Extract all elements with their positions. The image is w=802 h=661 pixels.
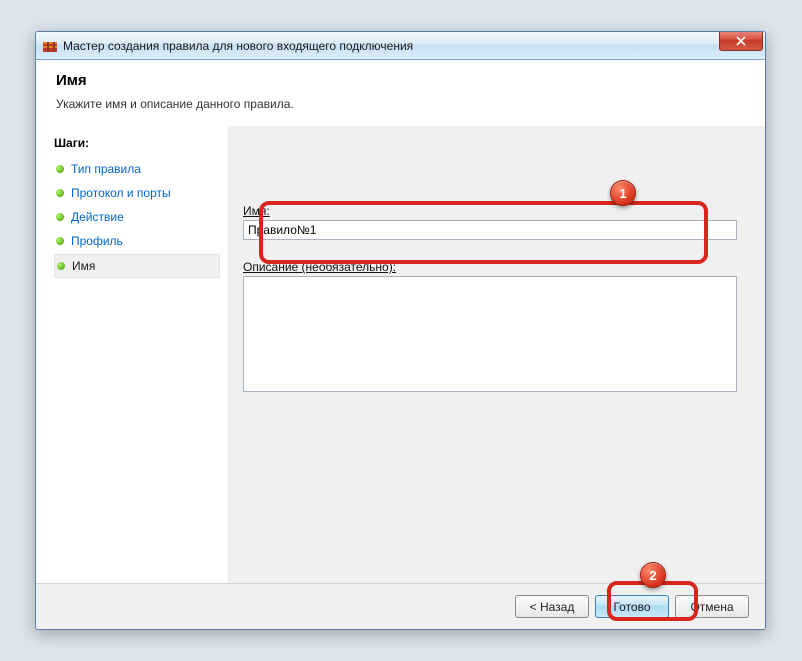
close-icon <box>736 36 746 46</box>
name-input[interactable] <box>243 220 737 240</box>
step-profile[interactable]: Профиль <box>54 230 220 252</box>
wizard-window: Мастер создания правила для нового входя… <box>35 31 766 630</box>
step-action[interactable]: Действие <box>54 206 220 228</box>
window-title: Мастер создания правила для нового входя… <box>63 39 413 53</box>
firewall-icon <box>42 38 58 54</box>
description-label: Описание (необязательно): <box>243 260 737 274</box>
finish-button[interactable]: Готово <box>595 595 669 618</box>
description-input[interactable] <box>243 276 737 392</box>
description-field-group: Описание (необязательно): <box>243 260 737 395</box>
bullet-icon <box>56 165 64 173</box>
step-rule-type[interactable]: Тип правила <box>54 158 220 180</box>
bullet-icon <box>56 237 64 245</box>
page-subtitle: Укажите имя и описание данного правила. <box>56 97 745 111</box>
step-name[interactable]: Имя <box>54 254 220 278</box>
cancel-button[interactable]: Отмена <box>675 595 749 618</box>
name-label: Имя: <box>243 204 737 218</box>
content-panel: Имя: Описание (необязательно): <box>228 126 765 596</box>
header-area: Имя Укажите имя и описание данного прави… <box>36 60 765 125</box>
step-label: Протокол и порты <box>71 186 171 200</box>
step-protocol-ports[interactable]: Протокол и порты <box>54 182 220 204</box>
titlebar: Мастер создания правила для нового входя… <box>36 32 765 60</box>
page-title: Имя <box>56 72 745 89</box>
button-bar: < Назад Готово Отмена <box>36 583 765 629</box>
close-button[interactable] <box>719 31 763 51</box>
name-field-group: Имя: <box>243 204 737 240</box>
step-label: Тип правила <box>71 162 141 176</box>
steps-heading: Шаги: <box>54 136 220 150</box>
sidebar: Шаги: Тип правила Протокол и порты Дейст… <box>36 126 228 596</box>
back-button[interactable]: < Назад <box>515 595 589 618</box>
step-label: Имя <box>72 259 95 273</box>
bullet-icon <box>56 189 64 197</box>
body-area: Шаги: Тип правила Протокол и порты Дейст… <box>36 126 765 596</box>
step-label: Профиль <box>71 234 123 248</box>
step-label: Действие <box>71 210 124 224</box>
bullet-icon <box>57 262 65 270</box>
bullet-icon <box>56 213 64 221</box>
